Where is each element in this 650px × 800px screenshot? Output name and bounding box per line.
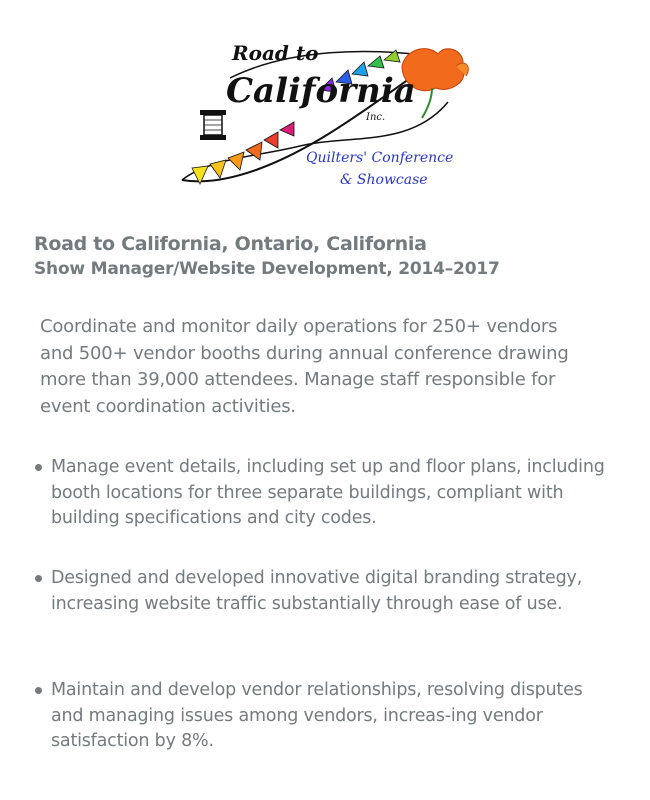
logo-text-road-to: Road to: [231, 41, 318, 65]
road-to-california-logo: Road to California Inc. Quilters' Confer…: [170, 38, 480, 198]
logo-graphic: Road to California Inc. Quilters' Confer…: [181, 41, 469, 188]
list-item-text: Designed and developed innovative digita…: [51, 568, 583, 614]
role-title: Show Manager/Website Development, 2014–2…: [34, 259, 500, 279]
list-item-text: Maintain and develop vendor relationship…: [51, 680, 583, 751]
bullet-icon: [35, 687, 42, 694]
organization-title: Road to California, Ontario, California: [34, 233, 427, 255]
list-item-text: Manage event details, including set up a…: [51, 457, 605, 528]
logo-tagline-quilters-conference: Quilters' Conference: [306, 150, 453, 166]
job-summary: Coordinate and monitor daily operations …: [40, 316, 569, 417]
bullet-icon: [35, 464, 42, 471]
logo-tagline-showcase: & Showcase: [340, 172, 428, 188]
bullet-icon: [35, 575, 42, 582]
spool-icon: [200, 110, 226, 140]
job-heading: Road to California, Ontario, California …: [34, 231, 634, 281]
logo-text-inc: Inc.: [365, 112, 385, 123]
logo-text-california: California: [226, 71, 416, 111]
